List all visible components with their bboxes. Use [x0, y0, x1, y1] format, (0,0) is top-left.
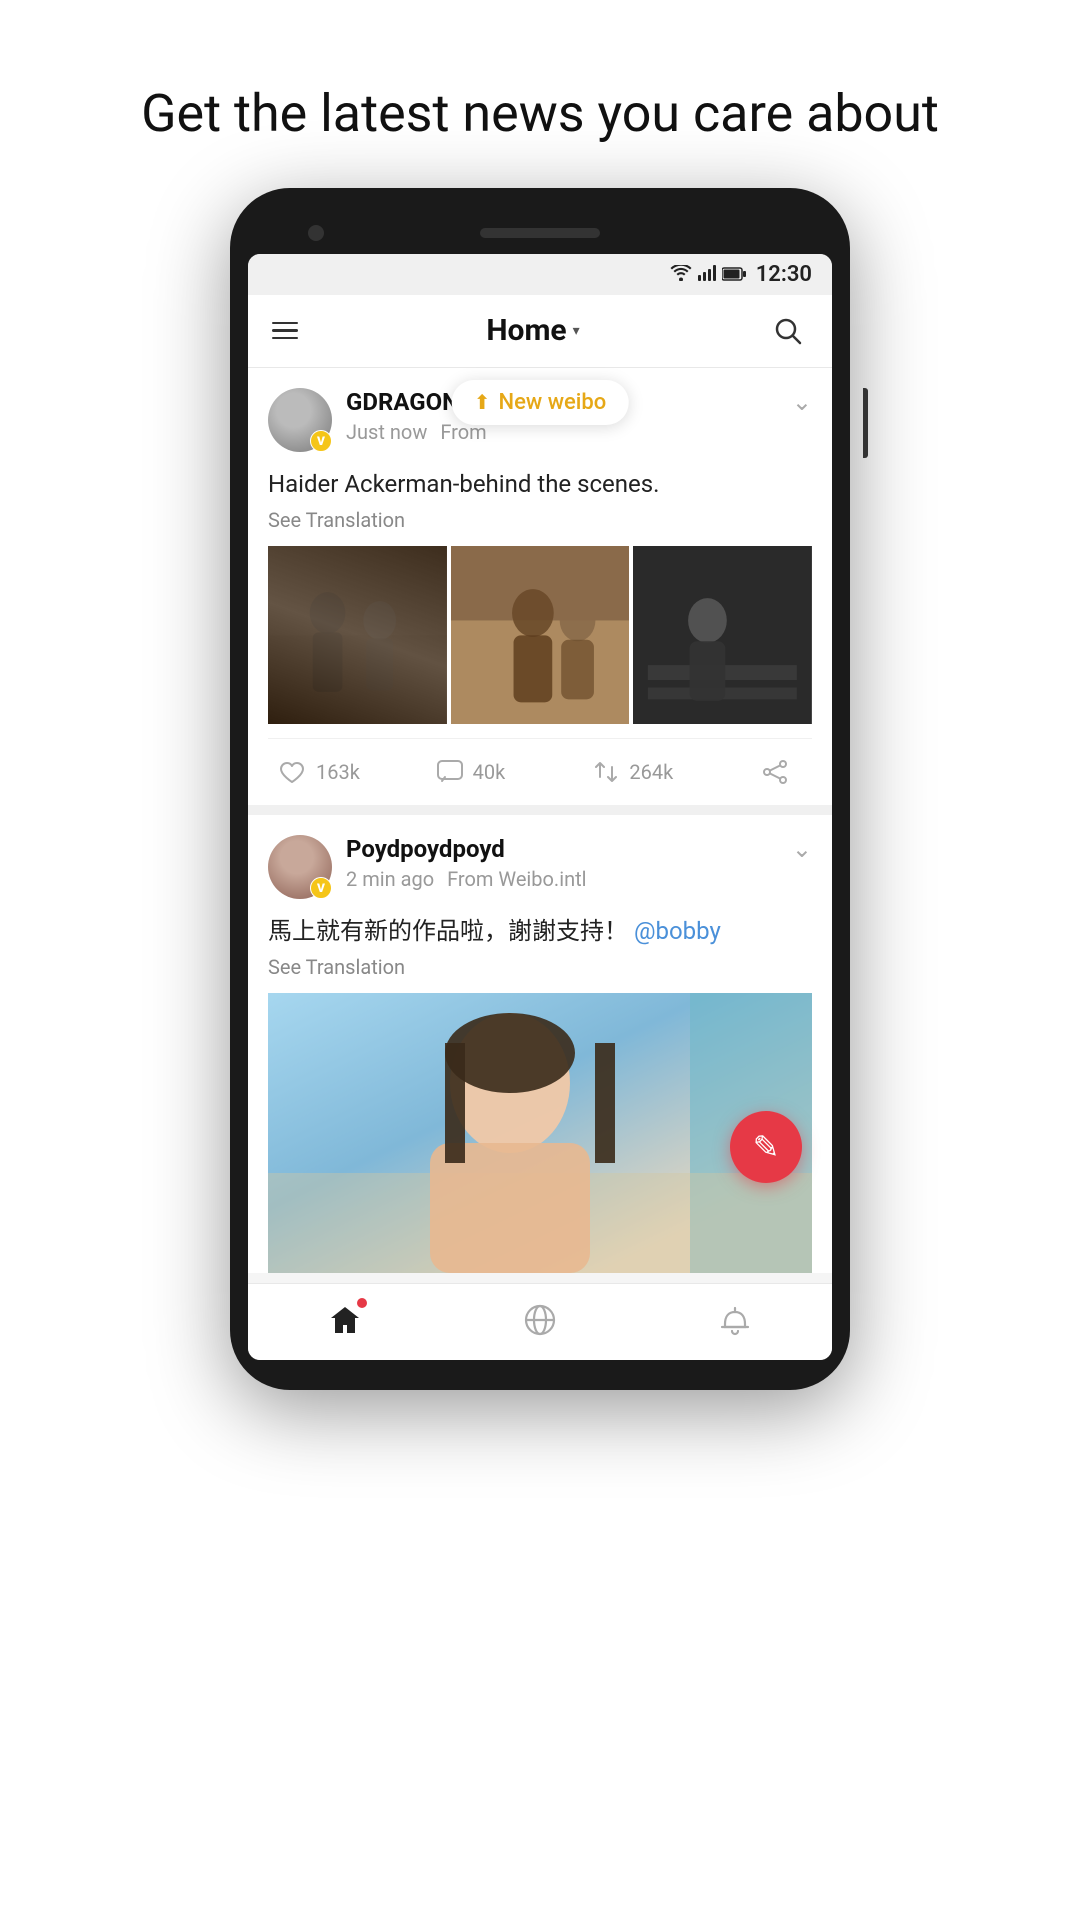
app-bar: Home ▾: [248, 295, 832, 368]
post-header-2: V Poydpoydpoyd 2 min ago From Weibo.intl…: [268, 835, 812, 899]
new-weibo-label: New weibo: [499, 390, 607, 415]
repost-icon: [591, 757, 621, 787]
feed: ⬆ New weibo V GDRAGON Just now F: [248, 368, 832, 1274]
signal-icon: [698, 262, 716, 287]
title-wrap[interactable]: Home ▾: [486, 313, 579, 348]
comment-icon: [435, 757, 465, 787]
phone-camera: [308, 225, 324, 241]
post-image-3[interactable]: [633, 546, 812, 725]
wifi-icon: [670, 262, 692, 287]
phone-screen: 12:30 Home ▾: [248, 254, 832, 1361]
repost-action[interactable]: 264k: [591, 757, 748, 787]
status-icons: 12:30: [670, 262, 812, 287]
battery-icon: [722, 262, 746, 287]
phone-speaker: [480, 228, 600, 238]
post-username-2[interactable]: Poydpoydpoyd: [346, 835, 792, 863]
see-translation-button-2[interactable]: See Translation: [268, 955, 812, 979]
nav-notifications[interactable]: [715, 1300, 755, 1340]
search-button[interactable]: [768, 311, 808, 351]
nav-explore[interactable]: [520, 1300, 560, 1340]
comment-count: 40k: [473, 760, 506, 784]
new-weibo-toast[interactable]: ⬆ New weibo: [452, 380, 629, 425]
post-options-icon-2[interactable]: ⌄: [792, 835, 812, 863]
post-timestamp: Just now: [346, 420, 427, 444]
share-icon: [760, 757, 790, 787]
see-translation-button[interactable]: See Translation: [268, 508, 812, 532]
phone-side-button: [863, 388, 868, 458]
compose-fab[interactable]: ✎: [730, 1111, 802, 1183]
post-card-2: V Poydpoydpoyd 2 min ago From Weibo.intl…: [248, 815, 832, 1273]
compose-icon: ✎: [753, 1128, 780, 1166]
arrow-up-icon: ⬆: [474, 390, 491, 414]
share-action[interactable]: [748, 757, 802, 787]
action-bar: 163k 40k: [268, 738, 812, 805]
post-subline-2: 2 min ago From Weibo.intl: [346, 867, 792, 891]
post-card: ⬆ New weibo V GDRAGON Just now F: [248, 368, 832, 806]
comment-action[interactable]: 40k: [435, 757, 592, 787]
like-count: 163k: [316, 760, 360, 784]
avatar[interactable]: V: [268, 388, 332, 452]
repost-count: 264k: [629, 760, 673, 784]
bell-icon: [715, 1300, 755, 1340]
post-text: Haider Ackerman-behind the scenes.: [268, 466, 812, 502]
explore-icon: [520, 1300, 560, 1340]
post-image-large[interactable]: [268, 993, 812, 1273]
post-text-content: 馬上就有新的作品啦，謝謝支持！: [268, 917, 628, 945]
page-headline: Get the latest news you care about: [81, 0, 999, 188]
post-source-2: From Weibo.intl: [447, 867, 586, 891]
hamburger-menu[interactable]: [272, 322, 298, 340]
dropdown-arrow-icon: ▾: [573, 323, 580, 339]
bottom-nav: [248, 1283, 832, 1360]
post-image-poyd: [268, 993, 812, 1273]
like-icon: [278, 757, 308, 787]
post-image-2[interactable]: [451, 546, 630, 725]
post-timestamp-2: 2 min ago: [346, 867, 434, 891]
avatar-2[interactable]: V: [268, 835, 332, 899]
time-display: 12:30: [756, 262, 812, 287]
app-title: Home: [486, 313, 566, 348]
phone-frame: 12:30 Home ▾: [230, 188, 850, 1391]
vip-badge: V: [310, 430, 332, 452]
status-bar: 12:30: [248, 254, 832, 295]
post-meta-2: Poydpoydpoyd 2 min ago From Weibo.intl: [346, 835, 792, 891]
post-images: [268, 546, 812, 725]
vip-badge-2: V: [310, 877, 332, 899]
phone-top: [248, 218, 832, 254]
post-text-2: 馬上就有新的作品啦，謝謝支持！ @bobby: [268, 913, 812, 949]
notification-dot: [357, 1298, 367, 1308]
home-icon: [325, 1300, 365, 1340]
like-action[interactable]: 163k: [278, 757, 435, 787]
post-options-icon[interactable]: ⌄: [792, 388, 812, 416]
nav-home[interactable]: [325, 1300, 365, 1340]
post-mention[interactable]: @bobby: [634, 917, 721, 945]
post-image-1[interactable]: [268, 546, 447, 725]
